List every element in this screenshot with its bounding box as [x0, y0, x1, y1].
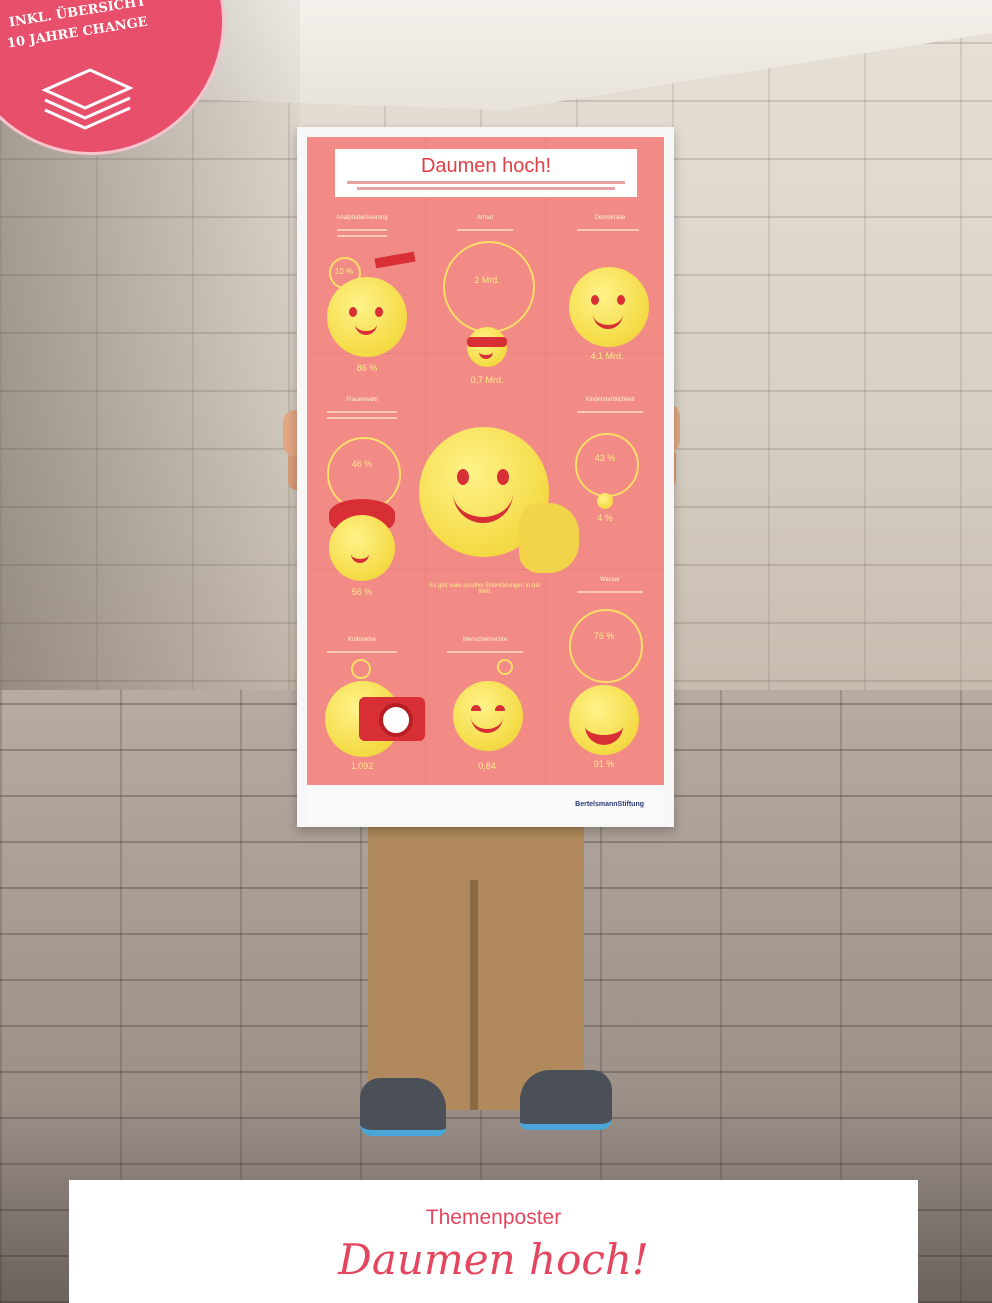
section-text: [447, 651, 523, 653]
section-value: 86 %: [356, 363, 378, 373]
center-message: Es gibt viele positive Entwicklungen in …: [429, 583, 541, 595]
poster-intro-text: [347, 181, 625, 184]
section-inner-value: 76 %: [593, 631, 615, 641]
section-heading: Armut: [476, 215, 493, 221]
section-value: 0,7 Mrd.: [470, 375, 504, 385]
ratio-ring: [443, 241, 535, 333]
vote-smiley: [569, 267, 649, 347]
child-smiley: [597, 493, 613, 509]
photo-scene: Daumen hoch! Analphabetisierung 10 % 86 …: [0, 0, 992, 1303]
left-shoe: [360, 1078, 446, 1136]
graduate-smiley: [327, 277, 407, 357]
poster-footer: BertelsmannStiftung: [307, 787, 664, 823]
camera-icon: [359, 697, 425, 741]
stacked-papers-icon: [41, 68, 134, 130]
laughing-smiley: [569, 685, 639, 755]
section-value: 0,84: [478, 761, 496, 771]
graduation-cap-icon: [374, 251, 416, 269]
poster-title: Daumen hoch!: [420, 155, 552, 177]
section-heading: Kindersterblichkeit: [585, 397, 635, 403]
section-text: [327, 417, 397, 419]
section-value: 1.092: [350, 761, 374, 771]
ratio-ring: [351, 659, 371, 679]
section-inner-value: 2 Mrd.: [474, 275, 500, 285]
section-text: [337, 235, 387, 237]
sunglasses-smiley: [467, 327, 507, 367]
brand-logo: BertelsmannStiftung: [575, 801, 644, 808]
section-value: 4,1 Mrd.: [590, 351, 624, 361]
section-text: [577, 411, 643, 413]
hands-up-smiley: [453, 681, 523, 751]
caption-title: Daumen hoch!: [338, 1235, 649, 1284]
sunglasses-icon: [467, 337, 507, 347]
section-heading: Kulturerbe: [348, 637, 376, 643]
caption-card: Themenposter Daumen hoch!: [69, 1180, 918, 1303]
ratio-ring: [569, 609, 643, 683]
thumb-icon: [519, 503, 579, 573]
section-text: [327, 651, 397, 653]
section-text: [577, 591, 643, 593]
woman-smiley: [329, 515, 395, 581]
section-text: [577, 229, 639, 231]
ratio-ring: [575, 433, 639, 497]
poster-fold: [545, 137, 546, 785]
poster: Daumen hoch! Analphabetisierung 10 % 86 …: [297, 127, 674, 827]
section-heading: Menschenrechte: [462, 637, 508, 643]
section-text: [327, 411, 397, 413]
leg-gap: [470, 880, 478, 1110]
section-heading: Analphabetisierung: [336, 215, 388, 221]
poster-header: Daumen hoch!: [335, 149, 637, 197]
poster-intro-text: [357, 187, 615, 190]
section-inner-value: 43 %: [594, 453, 616, 463]
ratio-ring: [497, 659, 513, 675]
section-value: 91 %: [593, 759, 615, 769]
section-inner-value: 46 %: [351, 459, 373, 469]
section-heading: Demokratie: [594, 215, 626, 221]
section-heading: Frauenwahl: [346, 397, 378, 403]
poster-body: Daumen hoch! Analphabetisierung 10 % 86 …: [307, 137, 664, 785]
section-value: 4 %: [597, 513, 613, 523]
section-value: 56 %: [351, 587, 373, 597]
caption-subtitle: Themenposter: [425, 1206, 562, 1229]
right-shoe: [520, 1070, 612, 1130]
section-inner-value: 10 %: [334, 267, 354, 276]
section-text: [337, 229, 387, 231]
section-text: [457, 229, 513, 231]
section-heading: Wasser: [599, 577, 621, 583]
